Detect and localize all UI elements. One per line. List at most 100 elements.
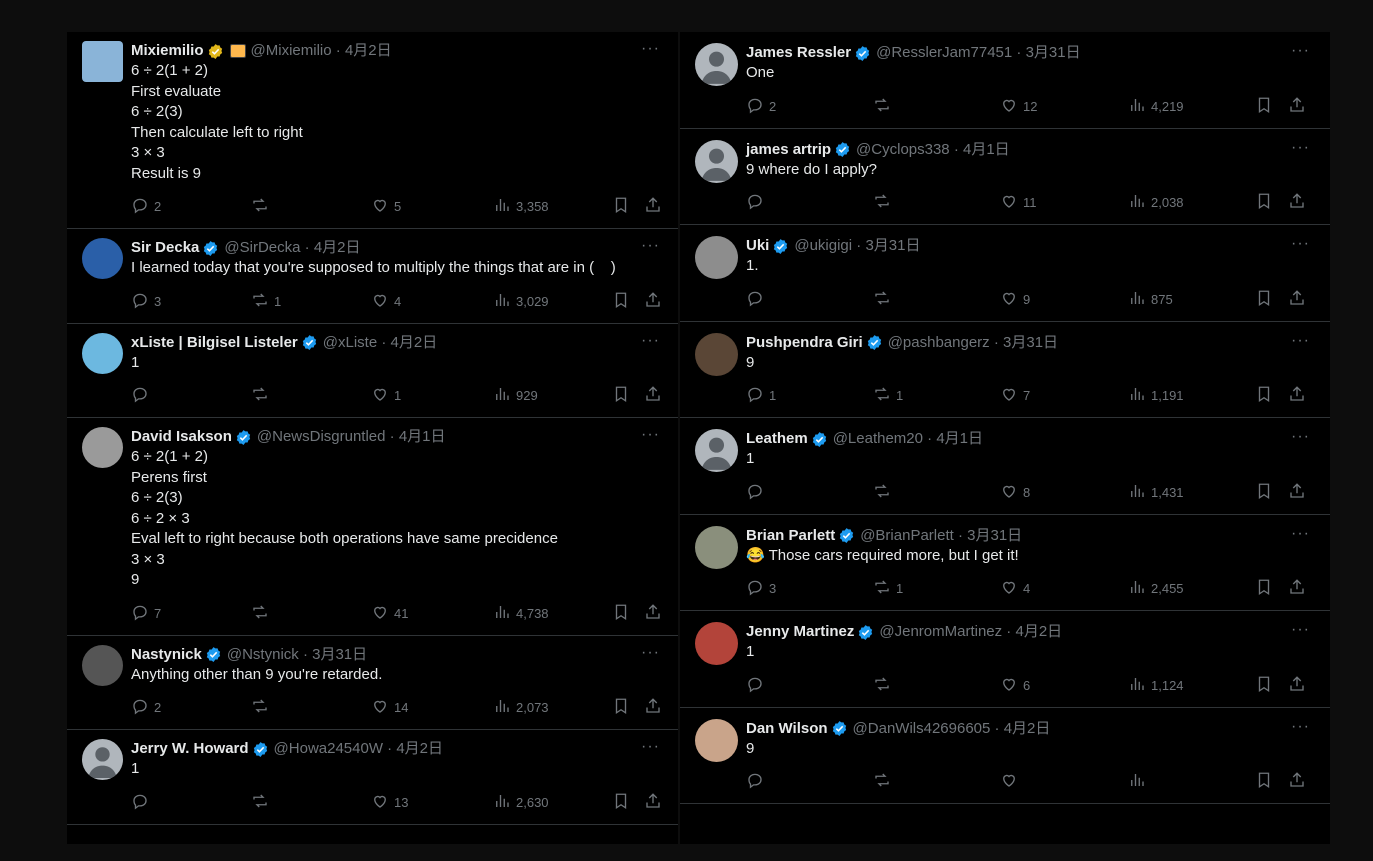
more-options-icon[interactable]: ···	[1291, 139, 1310, 157]
more-options-icon[interactable]: ···	[1291, 332, 1310, 350]
bookmark-button[interactable]	[1255, 192, 1273, 213]
timestamp[interactable]: 3月31日	[865, 237, 920, 254]
avatar[interactable]	[82, 238, 123, 279]
share-button[interactable]	[1288, 578, 1306, 599]
reply-button[interactable]: 2	[746, 96, 776, 117]
reply-button[interactable]: 1	[746, 385, 776, 406]
handle[interactable]: @Howa24540W	[274, 740, 383, 757]
reply-button[interactable]: 3	[746, 578, 776, 599]
views-button[interactable]: 2,038	[1128, 192, 1184, 213]
bookmark-button[interactable]	[1255, 289, 1273, 310]
bookmark-button[interactable]	[1255, 675, 1273, 696]
handle[interactable]: @JenromMartinez	[879, 623, 1002, 640]
share-button[interactable]	[1288, 192, 1306, 213]
repost-button[interactable]	[251, 792, 274, 813]
share-button[interactable]	[1288, 771, 1306, 792]
timestamp[interactable]: 4月2日	[345, 42, 392, 59]
repost-button[interactable]: 1	[873, 385, 903, 406]
handle[interactable]: @NewsDisgruntled	[257, 428, 386, 445]
tweet[interactable]: Jenny Martinez @JenromMartinez · 4月2日 ··· 1…	[680, 611, 1330, 708]
more-options-icon[interactable]: ···	[641, 738, 660, 756]
more-options-icon[interactable]: ···	[1291, 525, 1310, 543]
share-button[interactable]	[644, 792, 662, 813]
timestamp[interactable]: 4月2日	[1004, 720, 1051, 737]
bookmark-button[interactable]	[612, 291, 630, 312]
share-button[interactable]	[644, 291, 662, 312]
bookmark-button[interactable]	[612, 697, 630, 718]
like-button[interactable]: 4	[371, 291, 401, 312]
tweet[interactable]: Pushpendra Giri @pashbangerz · 3月31日 ··· 9 1…	[680, 322, 1330, 418]
tweet[interactable]: Sir Decka @SirDecka · 4月2日 ··· I learned to…	[67, 229, 678, 324]
share-button[interactable]	[1288, 96, 1306, 117]
reply-button[interactable]: 2	[131, 196, 161, 217]
tweet[interactable]: Leathem @Leathem20 · 4月1日 ··· 1 8 1,431	[680, 418, 1330, 515]
reply-button[interactable]: 7	[131, 603, 161, 624]
views-button[interactable]: 929	[493, 385, 538, 406]
like-button[interactable]: 5	[371, 196, 401, 217]
avatar[interactable]	[82, 739, 123, 780]
views-button[interactable]	[1128, 771, 1151, 792]
views-button[interactable]: 4,219	[1128, 96, 1184, 117]
share-button[interactable]	[644, 697, 662, 718]
tweet[interactable]: xListe | Bilgisel Listeler @xListe · 4月2日…	[67, 324, 678, 418]
like-button[interactable]: 7	[1000, 385, 1030, 406]
tweet[interactable]: Mixiemilio @Mixiemilio · 4月2日 ··· 6 ÷ 2(1 +…	[67, 32, 678, 229]
views-button[interactable]: 1,191	[1128, 385, 1184, 406]
like-button[interactable]: 8	[1000, 482, 1030, 503]
handle[interactable]: @Cyclops338	[856, 141, 950, 158]
share-button[interactable]	[644, 603, 662, 624]
share-button[interactable]	[1288, 385, 1306, 406]
display-name[interactable]: Uki	[746, 236, 769, 256]
views-button[interactable]: 4,738	[493, 603, 549, 624]
more-options-icon[interactable]: ···	[1291, 621, 1310, 639]
avatar[interactable]	[82, 332, 123, 374]
avatar[interactable]	[695, 43, 738, 86]
handle[interactable]: @Leathem20	[833, 430, 923, 447]
display-name[interactable]: james artrip	[746, 140, 831, 160]
like-button[interactable]: 12	[1000, 96, 1037, 117]
avatar[interactable]	[82, 644, 123, 686]
display-name[interactable]: Mixiemilio	[131, 41, 204, 61]
repost-button[interactable]	[873, 482, 896, 503]
timestamp[interactable]: 3月31日	[967, 527, 1022, 544]
display-name[interactable]: Leathem	[746, 429, 808, 449]
views-button[interactable]: 875	[1128, 289, 1173, 310]
display-name[interactable]: Jerry W. Howard	[131, 739, 249, 759]
views-button[interactable]: 2,073	[493, 697, 549, 718]
bookmark-button[interactable]	[1255, 771, 1273, 792]
display-name[interactable]: xListe | Bilgisel Listeler	[131, 333, 298, 353]
share-button[interactable]	[1288, 289, 1306, 310]
views-button[interactable]: 1,124	[1128, 675, 1184, 696]
bookmark-button[interactable]	[1255, 96, 1273, 117]
bookmark-button[interactable]	[1255, 578, 1273, 599]
repost-button[interactable]: 1	[873, 578, 903, 599]
avatar[interactable]	[695, 139, 738, 183]
more-options-icon[interactable]: ···	[641, 644, 660, 662]
more-options-icon[interactable]: ···	[641, 237, 660, 255]
display-name[interactable]: Jenny Martinez	[746, 622, 854, 642]
avatar[interactable]	[695, 718, 738, 762]
tweet[interactable]: Brian Parlett @BrianParlett · 3月31日 ··· 😂 T…	[680, 515, 1330, 611]
more-options-icon[interactable]: ···	[1291, 428, 1310, 446]
avatar[interactable]	[695, 429, 738, 472]
share-button[interactable]	[1288, 482, 1306, 503]
more-options-icon[interactable]: ···	[1291, 42, 1310, 60]
timestamp[interactable]: 3月31日	[1003, 334, 1058, 351]
bookmark-button[interactable]	[612, 603, 630, 624]
repost-button[interactable]	[251, 697, 274, 718]
like-button[interactable]: 1	[371, 385, 401, 406]
bookmark-button[interactable]	[612, 792, 630, 813]
tweet[interactable]: Jerry W. Howard @Howa24540W · 4月2日 ··· 1 13 2…	[67, 730, 678, 825]
avatar[interactable]	[695, 332, 738, 376]
like-button[interactable]: 9	[1000, 289, 1030, 310]
views-button[interactable]: 3,358	[493, 196, 549, 217]
avatar[interactable]	[695, 236, 738, 279]
reply-button[interactable]	[131, 792, 154, 813]
repost-button[interactable]	[873, 289, 896, 310]
more-options-icon[interactable]: ···	[1291, 718, 1310, 736]
like-button[interactable]: 4	[1000, 578, 1030, 599]
views-button[interactable]: 2,455	[1128, 578, 1184, 599]
handle[interactable]: @Nstynick	[227, 646, 299, 663]
display-name[interactable]: Dan Wilson	[746, 719, 828, 739]
like-button[interactable]: 14	[371, 697, 408, 718]
